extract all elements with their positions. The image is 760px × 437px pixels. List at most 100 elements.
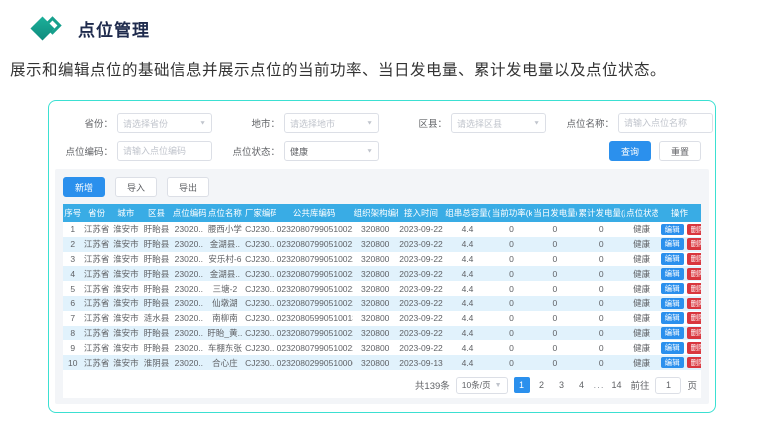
province-select[interactable]: 请选择省份 ▼	[117, 113, 212, 133]
import-button[interactable]: 导入	[115, 177, 157, 197]
actions-cell: 编辑删除	[658, 266, 701, 281]
table-body: 1江苏省淮安市盱眙县23020..腰西小学CJ230..023208079905…	[63, 222, 701, 370]
table-cell: CJ230..	[244, 252, 276, 267]
table-cell: 023208079905100223	[276, 296, 353, 311]
edit-button[interactable]: 编辑	[661, 342, 684, 354]
edit-button[interactable]: 编辑	[661, 253, 684, 265]
table-cell: 23020..	[172, 296, 206, 311]
table-cell: 0	[532, 296, 577, 311]
table-cell: 健康	[625, 326, 658, 341]
table-cell: 1	[63, 222, 83, 237]
table-cell: 4.4	[444, 222, 490, 237]
table-cell: CJ230..	[244, 266, 276, 281]
table-row: 5江苏省淮安市盱眙县23020..三塘-2CJ230..023208079905…	[63, 281, 701, 296]
delete-button[interactable]: 删除	[687, 312, 701, 324]
delete-button[interactable]: 删除	[687, 283, 701, 295]
actions-cell: 编辑删除	[658, 340, 701, 355]
reset-button[interactable]: 重置	[659, 141, 701, 161]
page-number[interactable]: 14	[608, 377, 624, 393]
add-button[interactable]: 新增	[63, 177, 105, 197]
goto-input[interactable]	[655, 377, 681, 394]
delete-button[interactable]: 删除	[687, 298, 701, 310]
page-unit-label: 页	[687, 378, 697, 392]
table-cell: 江苏省	[83, 237, 111, 252]
table-cell: 23020..	[172, 355, 206, 370]
edit-button[interactable]: 编辑	[661, 298, 684, 310]
table-cell: 盱眙县	[141, 281, 172, 296]
table-cell: 淮安市	[111, 355, 142, 370]
page-number[interactable]: 4	[574, 377, 590, 393]
point-status-filter: 点位状态： 健康 ▼	[226, 141, 379, 161]
delete-button[interactable]: 删除	[687, 253, 701, 265]
table-cell: 320800	[353, 281, 398, 296]
table-cell: 健康	[625, 311, 658, 326]
delete-button[interactable]: 删除	[687, 357, 701, 369]
edit-button[interactable]: 编辑	[661, 283, 684, 295]
table-cell: 淮安市	[111, 311, 142, 326]
delete-button[interactable]: 删除	[687, 268, 701, 280]
page-number[interactable]: 2	[534, 377, 550, 393]
table-cell: 4.4	[444, 311, 490, 326]
page-number[interactable]: 1	[514, 377, 530, 393]
edit-button[interactable]: 编辑	[661, 238, 684, 250]
table-cell: 6	[63, 296, 83, 311]
point-name-input[interactable]	[618, 113, 713, 133]
table-cell: 2023-09-22	[398, 340, 444, 355]
table-cell: 9	[63, 340, 83, 355]
column-header: 点位状态	[625, 204, 658, 222]
point-code-input[interactable]	[117, 141, 212, 161]
page-title: 点位管理	[78, 16, 150, 41]
edit-button[interactable]: 编辑	[661, 327, 684, 339]
table-cell: CJ230..	[244, 311, 276, 326]
table-cell: 320800	[353, 355, 398, 370]
table-cell: 健康	[625, 266, 658, 281]
table-cell: 0	[577, 281, 625, 296]
table-cell: CJ230..	[244, 296, 276, 311]
city-select[interactable]: 请选择地市 ▼	[284, 113, 379, 133]
table-cell: 江苏省	[83, 222, 111, 237]
chevron-down-icon: ▼	[366, 148, 373, 154]
table-cell: 车棚东张	[206, 340, 244, 355]
table-cell: CJ230..	[244, 237, 276, 252]
actions-cell: 编辑删除	[658, 252, 701, 267]
delete-button[interactable]: 删除	[687, 224, 701, 236]
table-cell: 0	[491, 355, 533, 370]
table-cell: 320800	[353, 311, 398, 326]
delete-button[interactable]: 删除	[687, 238, 701, 250]
district-select[interactable]: 请选择区县 ▼	[451, 113, 546, 133]
table-row: 8江苏省淮安市盱眙县23020..盱眙_黄..CJ230..0232080799…	[63, 326, 701, 341]
actions-cell: 编辑删除	[658, 296, 701, 311]
total-count: 共139条	[415, 378, 450, 392]
column-header: 城市	[111, 204, 142, 222]
search-button[interactable]: 查询	[609, 141, 651, 161]
table-cell: 023208079905100218	[276, 222, 353, 237]
city-label: 地市：	[226, 116, 280, 130]
table-cell: 23020..	[172, 252, 206, 267]
table-cell: 0	[577, 355, 625, 370]
table-cell: 23020..	[172, 281, 206, 296]
actions-cell: 编辑删除	[658, 281, 701, 296]
edit-button[interactable]: 编辑	[661, 312, 684, 324]
table-cell: 淮安市	[111, 252, 142, 267]
table-cell: 2023-09-22	[398, 326, 444, 341]
table-cell: 4.4	[444, 355, 490, 370]
table-cell: 0	[577, 296, 625, 311]
province-label: 省份：	[59, 116, 113, 130]
table-cell: 0	[577, 252, 625, 267]
edit-button[interactable]: 编辑	[661, 268, 684, 280]
edit-button[interactable]: 编辑	[661, 224, 684, 236]
table-row: 7江苏省淮安市涟水县23020..南柳南CJ230..0232080599051…	[63, 311, 701, 326]
edit-button[interactable]: 编辑	[661, 357, 684, 369]
table-cell: 2023-09-22	[398, 296, 444, 311]
point-status-select[interactable]: 健康 ▼	[284, 141, 379, 161]
export-button[interactable]: 导出	[167, 177, 209, 197]
table-cell: 023208079905100221	[276, 266, 353, 281]
table-cell: 健康	[625, 355, 658, 370]
page-size-select[interactable]: 10条/页 ▼	[456, 377, 508, 394]
page-number[interactable]: 3	[554, 377, 570, 393]
column-header: 接入时间	[398, 204, 444, 222]
delete-button[interactable]: 删除	[687, 342, 701, 354]
table-cell: 3	[63, 252, 83, 267]
delete-button[interactable]: 删除	[687, 327, 701, 339]
chevron-down-icon: ▼	[199, 120, 206, 126]
